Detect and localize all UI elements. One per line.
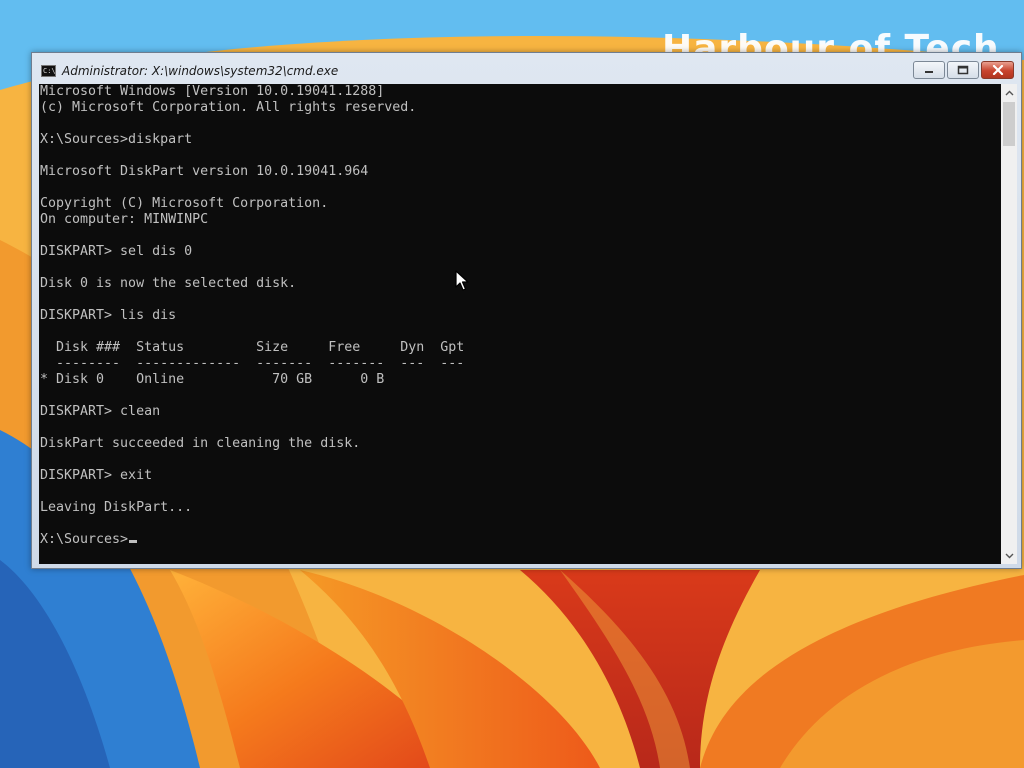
console-line: * Disk 0 Online 70 GB 0 B	[40, 372, 385, 387]
console-line: DISKPART> lis dis	[40, 308, 177, 323]
console-prompt-line: X:\Sources>	[40, 532, 1001, 548]
scroll-up-button[interactable]	[1001, 84, 1017, 101]
console-line: DiskPart succeeded in cleaning the disk.	[40, 436, 361, 451]
mouse-pointer-icon	[455, 270, 469, 291]
chevron-up-icon	[1005, 90, 1013, 95]
desktop: Harbour of Tech C:\ Administrator: X:\wi…	[0, 0, 1024, 768]
console-line: Microsoft DiskPart version 10.0.19041.96…	[40, 164, 369, 179]
cmd-icon: C:\	[41, 65, 56, 77]
close-icon	[992, 65, 1003, 75]
console-line: DISKPART> sel dis 0	[40, 244, 193, 259]
minimize-icon	[925, 71, 933, 73]
console-line: -------- ------------- ------- ------- -…	[40, 356, 465, 371]
console-line: (c) Microsoft Corporation. All rights re…	[40, 100, 417, 115]
console-line: Disk ### Status Size Free Dyn Gpt	[40, 340, 465, 355]
chevron-down-icon	[1005, 553, 1013, 558]
console-line: X:\Sources>diskpart	[40, 132, 193, 147]
scroll-thumb[interactable]	[1003, 102, 1015, 146]
window-title: Administrator: X:\windows\system32\cmd.e…	[62, 64, 339, 78]
vertical-scrollbar[interactable]	[1001, 84, 1017, 564]
minimize-button[interactable]	[913, 61, 945, 79]
close-button[interactable]	[981, 61, 1014, 79]
console-prompt: X:\Sources>	[40, 532, 129, 547]
caption-buttons	[911, 61, 1014, 79]
console-line: Leaving DiskPart...	[40, 500, 193, 515]
console-line: DISKPART> clean	[40, 404, 161, 419]
console-text: Microsoft Windows [Version 10.0.19041.12…	[39, 84, 1001, 548]
console-line: DISKPART> exit	[40, 468, 153, 483]
scroll-down-button[interactable]	[1001, 547, 1017, 564]
console-output[interactable]: Microsoft Windows [Version 10.0.19041.12…	[39, 84, 1001, 564]
restore-icon	[957, 65, 969, 75]
text-caret	[129, 540, 138, 543]
console-line: On computer: MINWINPC	[40, 212, 209, 227]
title-bar[interactable]: C:\ Administrator: X:\windows\system32\c…	[32, 53, 1021, 83]
maximize-button[interactable]	[947, 61, 979, 79]
console-line: Disk 0 is now the selected disk.	[40, 276, 297, 291]
console-line: Microsoft Windows [Version 10.0.19041.12…	[40, 84, 385, 99]
console-line: Copyright (C) Microsoft Corporation.	[40, 196, 329, 211]
cmd-window: C:\ Administrator: X:\windows\system32\c…	[31, 52, 1022, 569]
